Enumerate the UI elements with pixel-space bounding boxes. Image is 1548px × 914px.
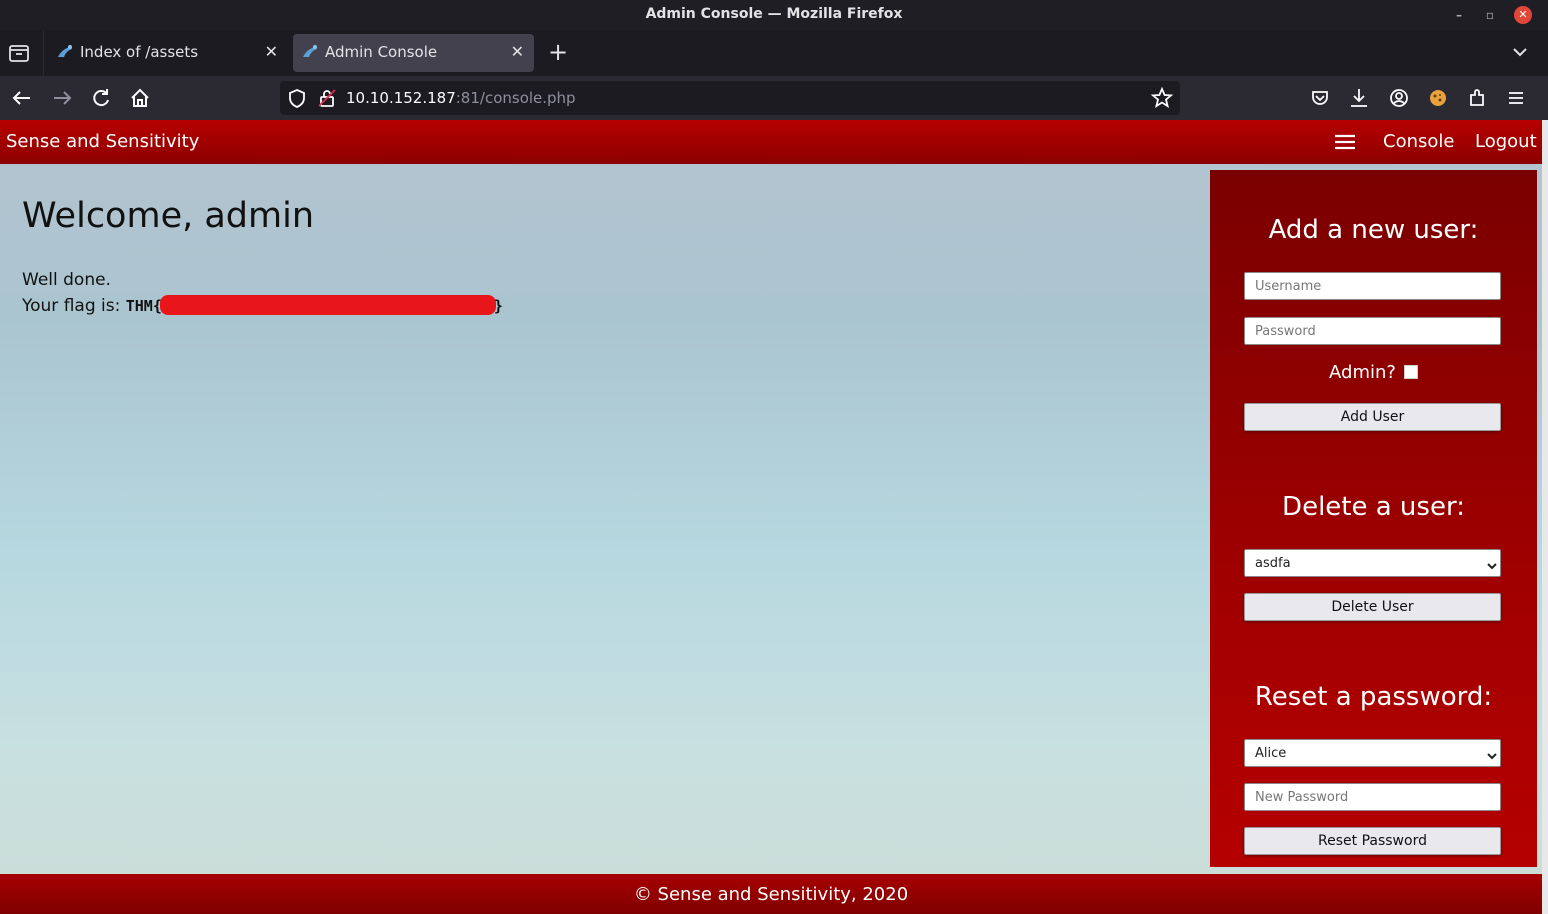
puppy-favicon-icon [301, 43, 319, 61]
window-title: Admin Console — Mozilla Firefox [645, 6, 903, 22]
tab-admin-console[interactable]: Admin Console ✕ [293, 34, 534, 72]
reset-user-select[interactable]: Alice [1244, 739, 1501, 767]
home-icon[interactable] [127, 85, 153, 111]
delete-user-select[interactable]: asdfa [1244, 549, 1501, 577]
site-navbar: Sense and Sensitivity Console Logout [0, 120, 1542, 164]
forward-arrow-icon[interactable] [49, 85, 75, 111]
new-password-input[interactable] [1244, 783, 1501, 811]
add-user-heading: Add a new user: [1268, 215, 1479, 245]
url-host: 10.10.152.187 [346, 89, 456, 107]
nav-logout-link[interactable]: Logout [1475, 131, 1537, 152]
app-menu-icon[interactable] [1503, 85, 1529, 111]
admin-label: Admin? [1329, 362, 1396, 383]
navigation-toolbar: 10.10.152.187:81/console.php [0, 76, 1548, 120]
tab-separator [43, 30, 44, 76]
page-title: Welcome, admin [22, 196, 315, 236]
downloads-icon[interactable] [1346, 85, 1372, 111]
flag-suffix: } [493, 297, 503, 315]
delete-user-heading: Delete a user: [1282, 492, 1465, 522]
tab-label: Admin Console [325, 43, 438, 61]
admin-side-panel: Add a new user: Admin? Add User Delete a… [1210, 170, 1537, 867]
close-window-icon[interactable]: ✕ [1514, 6, 1532, 24]
url-bar[interactable]: 10.10.152.187:81/console.php [280, 81, 1180, 115]
site-footer: © Sense and Sensitivity, 2020 [0, 874, 1542, 914]
insecure-lock-icon[interactable] [316, 87, 338, 109]
reload-icon[interactable] [88, 85, 114, 111]
password-input[interactable] [1244, 317, 1501, 345]
extension-cookie-icon[interactable] [1425, 85, 1451, 111]
bookmark-star-icon[interactable] [1150, 86, 1174, 110]
tracking-protection-shield-icon[interactable] [286, 87, 308, 109]
web-page: Sense and Sensitivity Console Logout Wel… [0, 120, 1542, 914]
flag-line: Your flag is: THM{} [22, 295, 503, 316]
account-icon[interactable] [1386, 85, 1412, 111]
new-tab-icon[interactable]: + [546, 38, 570, 66]
nav-console-link[interactable]: Console [1383, 131, 1454, 152]
site-brand[interactable]: Sense and Sensitivity [6, 131, 199, 152]
tab-bar: Index of /assets ✕ Admin Console ✕ + [0, 30, 1548, 76]
tab-list-icon[interactable] [6, 40, 32, 66]
url-path: :81/console.php [455, 89, 576, 107]
admin-checkbox-row: Admin? [1210, 362, 1537, 383]
tab-index-of-assets[interactable]: Index of /assets ✕ [48, 34, 288, 72]
add-user-button[interactable]: Add User [1244, 403, 1501, 431]
back-arrow-icon[interactable] [9, 85, 35, 111]
redaction-mark [159, 295, 496, 315]
url-text: 10.10.152.187:81/console.php [346, 89, 576, 107]
flag-prefix: THM{ [125, 297, 162, 315]
extensions-puzzle-icon[interactable] [1465, 85, 1491, 111]
minimize-icon[interactable]: – [1450, 6, 1468, 24]
reset-password-heading: Reset a password: [1254, 682, 1493, 712]
page-scrollbar[interactable] [1542, 120, 1548, 914]
close-tab-icon[interactable]: ✕ [265, 42, 278, 61]
flag-label: Your flag is: [22, 296, 126, 316]
chevron-down-icon[interactable] [1508, 42, 1532, 62]
pocket-icon[interactable] [1307, 85, 1333, 111]
username-input[interactable] [1244, 272, 1501, 300]
success-message: Well done. [22, 270, 111, 290]
hamburger-menu-icon[interactable] [1334, 132, 1356, 152]
reset-password-button[interactable]: Reset Password [1244, 827, 1501, 855]
tab-label: Index of /assets [80, 43, 199, 61]
admin-checkbox[interactable] [1403, 365, 1418, 379]
window-titlebar: Admin Console — Mozilla Firefox – ▫ ✕ [0, 0, 1548, 30]
close-tab-icon[interactable]: ✕ [511, 42, 524, 61]
maximize-icon[interactable]: ▫ [1481, 6, 1499, 24]
delete-user-button[interactable]: Delete User [1244, 593, 1501, 621]
puppy-favicon-icon [56, 43, 74, 61]
